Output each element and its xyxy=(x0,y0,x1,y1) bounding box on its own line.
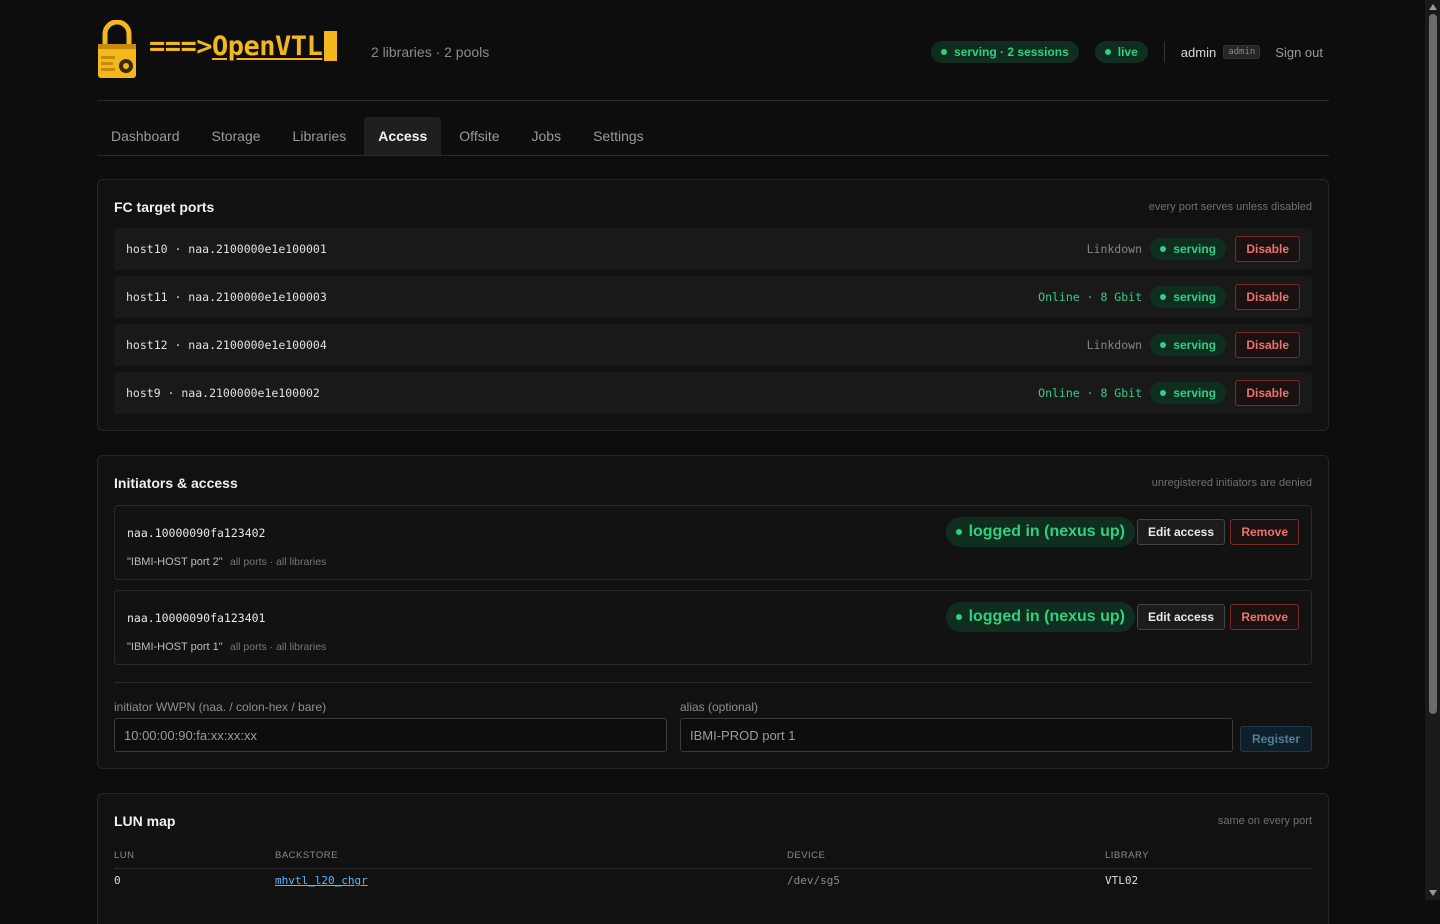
app-logo[interactable]: ===>OpenVTL xyxy=(149,31,338,62)
initiator-id: naa.10000090fa123401 xyxy=(127,611,266,625)
live-badge: live xyxy=(1094,41,1148,63)
serving-sessions-badge: serving · 2 sessions xyxy=(931,41,1079,63)
port-link-status: Online · 8 Gbit xyxy=(1038,386,1142,400)
port-row: host12 · naa.2100000e1e100004 Linkdown s… xyxy=(114,324,1312,366)
port-id: host10 · naa.2100000e1e100001 xyxy=(126,242,327,256)
panel-title: LUN map xyxy=(114,813,176,829)
panel-note: same on every port xyxy=(1217,815,1312,827)
remove-initiator-button[interactable]: Remove xyxy=(1230,519,1299,545)
port-link-status: Linkdown xyxy=(1086,338,1142,352)
serving-badge: serving xyxy=(1150,238,1226,260)
initiator-row: naa.10000090fa123401 "IBMI-HOST port 1" … xyxy=(114,590,1312,665)
disable-port-button[interactable]: Disable xyxy=(1235,380,1300,406)
alias-label: alias (optional) xyxy=(680,700,759,714)
lun-table-header: LUN BACKSTORE DEVICE LIBRARY xyxy=(114,850,1312,869)
scroll-thumb[interactable] xyxy=(1429,14,1437,714)
initiator-alias: "IBMI-HOST port 1" xyxy=(127,641,223,653)
table-row: 0 mhvtl_l20_chgr /dev/sg5 VTL02 xyxy=(114,874,1312,894)
tab-jobs[interactable]: Jobs xyxy=(518,117,576,155)
col-library: LIBRARY xyxy=(1105,850,1149,861)
col-backstore: BACKSTORE xyxy=(275,850,338,861)
role-badge: admin xyxy=(1223,45,1261,59)
disable-port-button[interactable]: Disable xyxy=(1235,236,1300,262)
padlock-tape-logo-icon xyxy=(98,20,136,78)
tab-offsite[interactable]: Offsite xyxy=(445,117,513,155)
lun-map-panel: LUN map same on every port LUN BACKSTORE… xyxy=(97,793,1329,924)
username: admin xyxy=(1180,44,1217,60)
remove-initiator-button[interactable]: Remove xyxy=(1230,604,1299,630)
initiator-alias: "IBMI-HOST port 2" xyxy=(127,556,223,568)
tab-storage[interactable]: Storage xyxy=(198,117,275,155)
serving-badge: serving xyxy=(1150,334,1226,356)
disable-port-button[interactable]: Disable xyxy=(1235,284,1300,310)
port-id: host12 · naa.2100000e1e100004 xyxy=(126,338,327,352)
scroll-down-arrow-icon[interactable] xyxy=(1429,890,1437,896)
app-header: ===>OpenVTL 2 libraries · 2 pools servin… xyxy=(97,0,1329,101)
disable-port-button[interactable]: Disable xyxy=(1235,332,1300,358)
logged-in-badge: logged in (nexus up) xyxy=(945,517,1135,547)
initiator-row: naa.10000090fa123402 "IBMI-HOST port 2" … xyxy=(114,505,1312,580)
serving-badge: serving xyxy=(1150,382,1226,404)
initiators-panel: Initiators & access unregistered initiat… xyxy=(97,455,1329,769)
edit-access-button[interactable]: Edit access xyxy=(1136,604,1225,630)
sign-out-link[interactable]: Sign out xyxy=(1275,45,1323,60)
register-button[interactable]: Register xyxy=(1239,726,1312,752)
initiator-scope: all ports · all libraries xyxy=(230,556,327,568)
scroll-up-arrow-icon[interactable] xyxy=(1429,4,1437,10)
tab-settings[interactable]: Settings xyxy=(579,117,658,155)
port-id: host11 · naa.2100000e1e100003 xyxy=(126,290,327,304)
fc-ports-panel: FC target ports every port serves unless… xyxy=(97,179,1329,431)
col-device: DEVICE xyxy=(787,850,826,861)
initiator-id: naa.10000090fa123402 xyxy=(127,526,266,540)
tab-access[interactable]: Access xyxy=(364,117,442,155)
backstore-link[interactable]: mhvtl_l20_chgr xyxy=(275,874,368,887)
wwpn-input[interactable] xyxy=(114,718,667,752)
panel-title: Initiators & access xyxy=(114,475,238,491)
app-meta: 2 libraries · 2 pools xyxy=(371,44,490,60)
panel-title: FC target ports xyxy=(114,199,215,215)
port-row: host11 · naa.2100000e1e100003 Online · 8… xyxy=(114,276,1312,318)
initiator-scope: all ports · all libraries xyxy=(230,641,327,653)
panel-note: unregistered initiators are denied xyxy=(1151,477,1312,489)
serving-badge: serving xyxy=(1150,286,1226,308)
panel-note: every port serves unless disabled xyxy=(1148,201,1312,213)
lun-number: 0 xyxy=(114,874,121,887)
port-id: host9 · naa.2100000e1e100002 xyxy=(126,386,320,400)
port-row: host9 · naa.2100000e1e100002 Online · 8 … xyxy=(114,372,1312,414)
wwpn-label: initiator WWPN (naa. / colon-hex / bare) xyxy=(114,700,327,714)
port-link-status: Online · 8 Gbit xyxy=(1038,290,1142,304)
library-name: VTL02 xyxy=(1105,874,1139,887)
tab-libraries[interactable]: Libraries xyxy=(279,117,361,155)
port-row: host10 · naa.2100000e1e100001 Linkdown s… xyxy=(114,228,1312,270)
alias-input[interactable] xyxy=(680,718,1233,752)
edit-access-button[interactable]: Edit access xyxy=(1136,519,1225,545)
page-scrollbar[interactable] xyxy=(1425,0,1440,900)
logged-in-badge: logged in (nexus up) xyxy=(945,602,1135,632)
tab-dashboard[interactable]: Dashboard xyxy=(97,117,194,155)
device-path: /dev/sg5 xyxy=(787,874,840,887)
col-lun: LUN xyxy=(114,850,135,861)
form-divider xyxy=(114,682,1312,683)
main-tabs: Dashboard Storage Libraries Access Offsi… xyxy=(97,117,1329,156)
port-link-status: Linkdown xyxy=(1086,242,1142,256)
